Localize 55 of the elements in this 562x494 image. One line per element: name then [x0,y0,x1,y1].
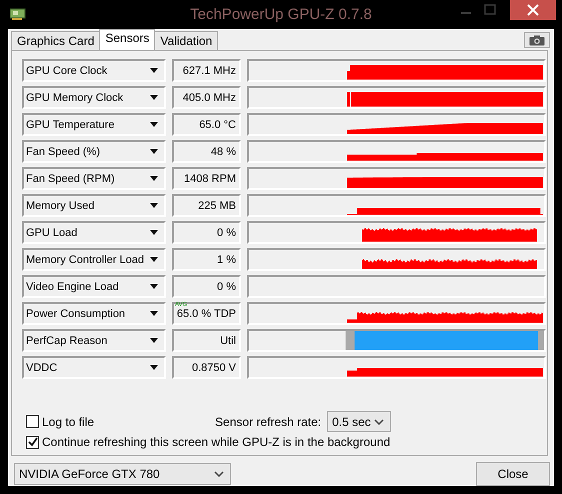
checkbox[interactable] [26,415,39,428]
caret-icon [150,122,158,127]
caret-icon [150,338,158,343]
tab[interactable]: Validation [154,31,218,50]
tab[interactable]: Sensors [99,29,156,50]
caret-icon [150,176,158,181]
refresh-rate-label: Sensor refresh rate: [215,414,322,428]
screenshot-button[interactable] [524,32,550,48]
sensor-value: 225 MB [198,200,236,212]
sensor-dropdown[interactable]: VDDC [22,356,166,379]
caret-icon [150,68,158,73]
sensor-dropdown[interactable]: Fan Speed (%) [22,140,166,163]
sensor-value: 0 % [217,226,236,238]
close-button[interactable] [510,0,556,20]
sensor-value: 0.8750 V [192,362,236,374]
sensor-value: 1408 RPM [184,172,236,184]
camera-icon [529,34,545,46]
caret-icon [214,471,224,477]
refresh-rate-dropdown[interactable]: 0.5 sec [327,411,392,432]
sensor-value: 0 % [217,280,236,292]
caret-icon [150,230,158,235]
sensor-value: 65.0 % TDP [176,308,236,320]
sensor-value: 65.0 °C [199,118,236,130]
close-button[interactable]: Close [476,462,550,486]
caret-icon [150,257,158,262]
caret-icon [150,284,158,289]
sensor-dropdown[interactable]: GPU Core Clock [22,59,166,82]
sensor-dropdown[interactable]: GPU Temperature [22,113,166,136]
checkbox-label: Continue refreshing this screen while GPU-Z is in the background [42,435,390,449]
sensor-dropdown[interactable]: Memory Controller Load [22,248,166,271]
gpu-dropdown[interactable]: NVIDIA GeForce GTX 780 [14,463,231,485]
sensor-dropdown[interactable]: PerfCap Reason [22,329,166,352]
window-title: TechPowerUp GPU-Z 0.7.8 [190,6,372,23]
caret-icon [150,203,158,208]
sensor-dropdown[interactable]: Video Engine Load [22,275,166,298]
caret-icon [150,311,158,316]
sensor-value: 48 % [210,146,236,158]
caret-icon [150,365,158,370]
sensor-dropdown[interactable]: Memory Used [22,194,166,217]
graphics-card-icon [10,8,26,20]
sensor-value: 627.1 MHz [182,64,236,76]
tab[interactable]: Graphics Card [11,31,100,50]
sensor-dropdown[interactable]: GPU Load [22,221,166,244]
sensor-dropdown[interactable]: Power Consumption [22,302,166,325]
checkbox[interactable] [26,436,39,448]
sensor-value: Util [220,334,236,346]
sensor-dropdown[interactable]: Fan Speed (RPM) [22,167,166,190]
caret-icon [150,95,158,100]
sensor-value: 405.0 MHz [182,92,236,104]
caret-icon [374,418,384,424]
close-icon [527,4,539,16]
sensor-value: 1 % [217,254,236,266]
caret-icon [150,149,158,154]
checkbox-label: Log to file [42,414,94,428]
sensor-dropdown[interactable]: GPU Memory Clock [22,86,166,109]
